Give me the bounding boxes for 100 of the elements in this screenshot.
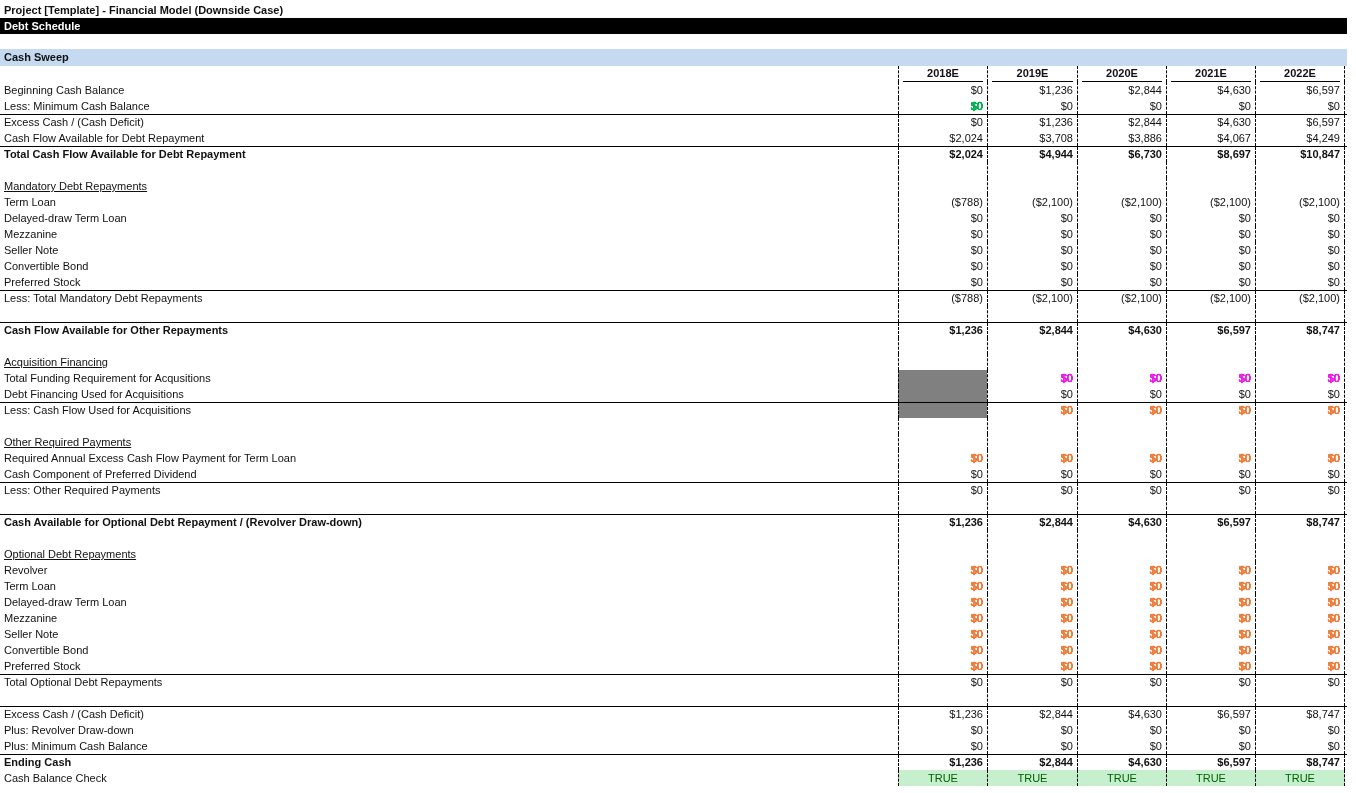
row-label: Less: Other Required Payments: [4, 484, 161, 496]
table-cell: $0: [1149, 388, 1162, 400]
table-cell: $0: [1149, 740, 1162, 752]
row-label: Revolver: [4, 564, 48, 576]
row-label: Less: Minimum Cash Balance: [4, 100, 150, 112]
table-cell: ($2,100): [1121, 292, 1162, 304]
table-cell: $0: [1149, 100, 1162, 112]
row-label: Cash Flow Available for Other Repayments: [4, 324, 229, 336]
table-cell: $2,844: [1128, 116, 1162, 128]
table-cell: $1,236: [949, 324, 983, 336]
section-heading: Optional Debt Repayments: [4, 548, 137, 560]
table-cell: $0: [1149, 260, 1162, 272]
table-cell: $0: [1238, 596, 1251, 608]
table-cell: $0: [970, 724, 983, 736]
table-cell: $0: [1238, 404, 1251, 416]
table-cell: $0: [1060, 260, 1073, 272]
table-cell: $0: [1327, 212, 1340, 224]
table-cell: $2,844: [1039, 516, 1073, 528]
table-cell: $0: [1327, 740, 1340, 752]
table-cell: $0: [970, 628, 983, 640]
table-cell: $0: [1060, 644, 1073, 656]
table-cell: $0: [1149, 676, 1162, 688]
row-label: Term Loan: [4, 580, 56, 592]
table-cell: $0: [1149, 724, 1162, 736]
table-cell: $0: [1327, 564, 1340, 576]
table-cell: $0: [1060, 484, 1073, 496]
table-cell: $0: [1060, 372, 1073, 384]
table-cell: ($788): [951, 196, 983, 208]
table-cell: $6,730: [1128, 148, 1162, 160]
table-cell: $8,697: [1217, 148, 1251, 160]
table-cell: $0: [1327, 388, 1340, 400]
table-cell: $0: [1149, 212, 1162, 224]
table-cell: ($2,100): [1121, 196, 1162, 208]
table-cell: ($2,100): [1299, 196, 1340, 208]
table-cell: $0: [970, 612, 983, 624]
table-cell: $0: [1060, 276, 1073, 288]
table-cell: $0: [1149, 580, 1162, 592]
row-label: Debt Financing Used for Acquisitions: [4, 388, 184, 400]
table-cell: $0: [970, 564, 983, 576]
column-header: 2019E: [992, 66, 1073, 82]
row-label: Ending Cash: [4, 756, 72, 768]
table-cell: $10,847: [1300, 148, 1340, 160]
table-cell: $0: [1327, 100, 1340, 112]
table-cell: $0: [1327, 596, 1340, 608]
table-cell: $0: [970, 676, 983, 688]
table-cell: $0: [970, 580, 983, 592]
table-cell: $0: [1060, 388, 1073, 400]
table-cell: $0: [970, 452, 983, 464]
table-cell: $0: [970, 660, 983, 672]
table-cell: $0: [1238, 228, 1251, 240]
row-label: Seller Note: [4, 244, 59, 256]
table-cell: $6,597: [1306, 84, 1340, 96]
table-cell: $1,236: [1039, 116, 1073, 128]
row-label: Total Cash Flow Available for Debt Repayment: [4, 148, 246, 160]
table-cell: $6,597: [1217, 756, 1251, 768]
table-cell: ($2,100): [1299, 292, 1340, 304]
table-cell: ($2,100): [1032, 196, 1073, 208]
table-cell: $0: [1327, 404, 1340, 416]
row-label: Delayed-draw Term Loan: [4, 212, 127, 224]
table-cell: $6,597: [1217, 708, 1251, 720]
table-cell: $0: [1238, 660, 1251, 672]
table-cell: $0: [1238, 564, 1251, 576]
table-cell: $0: [1060, 468, 1073, 480]
table-cell: $0: [1327, 372, 1340, 384]
table-cell: $1,236: [949, 708, 983, 720]
table-cell: $4,067: [1217, 132, 1251, 144]
table-cell: $0: [1327, 484, 1340, 496]
table-cell: $0: [1327, 580, 1340, 592]
table-cell: $0: [1238, 244, 1251, 256]
table-cell: $0: [970, 228, 983, 240]
table-cell: $0: [970, 468, 983, 480]
table-cell: ($2,100): [1210, 196, 1251, 208]
table-cell: $0: [1327, 244, 1340, 256]
table-cell: $0: [970, 100, 983, 112]
sheet-title: Project [Template] - Financial Model (Downside Case): [3, 3, 285, 18]
table-cell: $4,630: [1128, 324, 1162, 336]
table-cell: $0: [970, 84, 983, 96]
table-cell: $0: [1060, 628, 1073, 640]
table-cell: $1,236: [949, 756, 983, 768]
check-cell: TRUE: [898, 770, 987, 786]
row-label: Convertible Bond: [4, 260, 89, 272]
table-cell: $0: [1238, 452, 1251, 464]
row-label: Total Funding Requirement for Acqusitions: [4, 372, 211, 384]
table-cell: $0: [970, 244, 983, 256]
row-label: Plus: Revolver Draw-down: [4, 724, 134, 736]
table-cell: $0: [1238, 372, 1251, 384]
column-header: 2021E: [1171, 66, 1251, 82]
table-cell: $2,844: [1039, 756, 1073, 768]
table-cell: $0: [1060, 404, 1073, 416]
table-cell: $0: [970, 596, 983, 608]
table-cell: $0: [1327, 628, 1340, 640]
table-cell: $1,236: [1039, 84, 1073, 96]
table-cell: $0: [1238, 260, 1251, 272]
subsection-banner: Cash Sweep: [0, 49, 1347, 66]
table-cell: $0: [1238, 644, 1251, 656]
table-cell: $2,024: [949, 132, 983, 144]
table-cell: $3,708: [1039, 132, 1073, 144]
check-cell: TRUE: [987, 770, 1077, 786]
column-header: 2022E: [1260, 66, 1340, 82]
row-label: Required Annual Excess Cash Flow Payment for Term Loan: [4, 452, 297, 464]
